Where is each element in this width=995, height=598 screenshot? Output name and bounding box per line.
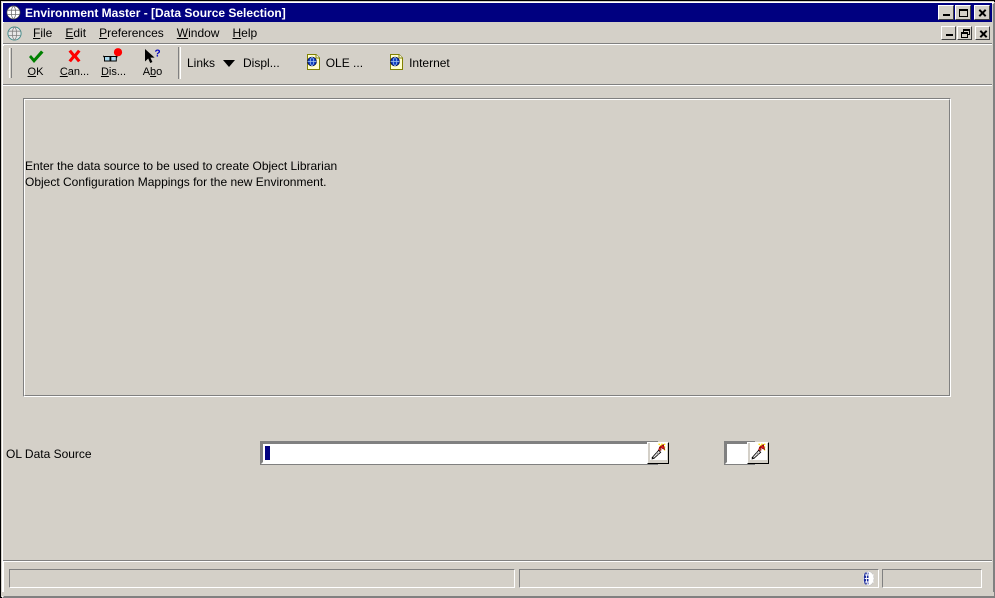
glasses-balloon-icon [102, 48, 125, 65]
toolbar-cancel-button[interactable]: Can... [55, 46, 94, 80]
ol-data-source-visual-assist-button[interactable] [647, 442, 669, 464]
instruction-panel [23, 98, 951, 397]
svg-text:?: ? [154, 49, 160, 60]
chevron-down-icon [223, 59, 236, 67]
mdi-globe-icon[interactable] [7, 25, 22, 41]
cursor-question-icon: ? [142, 48, 164, 65]
toolbar-grip[interactable] [9, 48, 12, 78]
statusbar-divider [3, 560, 992, 562]
mdi-minimize-button[interactable] [941, 26, 956, 40]
toolbar-cancel-label: Can... [59, 66, 90, 78]
window-title: Environment Master - [Data Source Select… [25, 5, 286, 20]
toolbar: OK Can... Dis... ? Abo Links Displ... OL… [3, 46, 992, 84]
toolbar-internet-button[interactable]: Internet [385, 46, 454, 80]
mdi-close-button[interactable] [975, 26, 990, 40]
form-client-area: Enter the data source to be used to crea… [3, 86, 992, 560]
ol-data-source-secondary-visual-assist-button[interactable] [747, 442, 769, 464]
menubar-divider [3, 43, 992, 45]
menu-item-preferences[interactable]: Preferences [93, 25, 171, 42]
title-bar[interactable]: Environment Master - [Data Source Select… [3, 3, 992, 22]
instruction-panel-bevel [24, 99, 950, 396]
toolbar-internet-label: Internet [409, 56, 450, 70]
status-pane-extra [882, 569, 982, 588]
flashlight-icon [749, 443, 767, 463]
instruction-text: Enter the data source to be used to crea… [25, 158, 337, 190]
menu-bar: File Edit Preferences Window Help [3, 23, 992, 43]
toolbar-about-button[interactable]: ? Abo [133, 46, 172, 80]
menu-item-window[interactable]: Window [171, 25, 227, 42]
green-check-icon [25, 48, 47, 65]
red-x-icon [64, 48, 86, 65]
toolbar-separator [178, 47, 181, 79]
flashlight-icon [649, 443, 667, 463]
window-maximize-button[interactable] [955, 5, 971, 20]
instruction-line-1: Enter the data source to be used to crea… [25, 159, 338, 173]
window-close-button[interactable] [974, 5, 990, 20]
toolbar-links-label: Links [187, 56, 216, 70]
toolbar-ok-label: OK [27, 66, 44, 78]
mdi-control-buttons [941, 26, 992, 40]
status-pane-message [9, 569, 515, 588]
document-globe-icon [389, 53, 405, 73]
ol-data-source-label: OL Data Source [6, 447, 92, 461]
ol-data-source-input[interactable] [260, 441, 658, 465]
status-pane-info [519, 569, 879, 588]
toolbar-ole-label: OLE ... [325, 56, 364, 70]
toolbar-display-button[interactable]: Dis... [94, 46, 133, 80]
toolbar-ole-button[interactable]: OLE ... [302, 46, 367, 80]
menu-item-edit[interactable]: Edit [59, 25, 93, 42]
toolbar-about-label: Abo [142, 66, 163, 78]
menu-item-file[interactable]: File [27, 25, 59, 42]
application-window: Environment Master - [Data Source Select… [0, 0, 995, 598]
app-globe-icon [6, 5, 21, 20]
toolbar-display-dropdown-label: Displ... [243, 56, 280, 70]
toolbar-display-label: Dis... [100, 66, 127, 78]
mdi-restore-button[interactable] [957, 26, 972, 40]
window-control-buttons [938, 5, 991, 20]
instruction-line-2: Object Configuration Mappings for the ne… [25, 175, 327, 189]
window-bottom-filler [1, 592, 994, 596]
status-panes [9, 569, 987, 588]
status-globe-icon[interactable] [861, 571, 876, 586]
text-caret [265, 446, 270, 460]
toolbar-display-dropdown[interactable]: Displ... [215, 46, 284, 80]
document-globe-icon [306, 53, 322, 73]
menu-item-help[interactable]: Help [226, 25, 264, 42]
status-bar [3, 560, 992, 593]
window-minimize-button[interactable] [938, 5, 954, 20]
toolbar-ok-button[interactable]: OK [16, 46, 55, 80]
